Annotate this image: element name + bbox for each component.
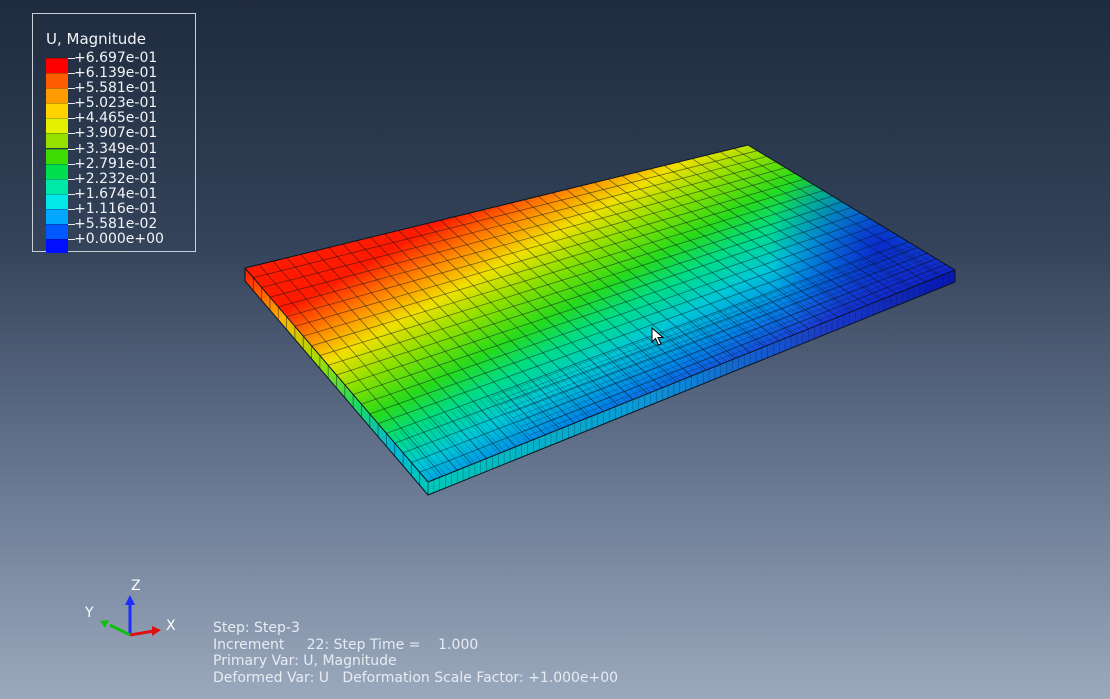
legend-label: +5.023e-01	[74, 95, 158, 112]
legend-swatch	[46, 163, 68, 179]
legend-label: +6.139e-01	[74, 65, 158, 82]
legend-label: +3.907e-01	[74, 125, 158, 142]
legend-swatch	[46, 58, 68, 73]
axis-triad: Z Y X	[80, 575, 190, 650]
status-deformed-var: Deformed Var: U Deformation Scale Factor…	[213, 669, 619, 686]
legend-label: +5.581e-01	[74, 80, 158, 97]
axis-label-z: Z	[131, 578, 141, 594]
viewport[interactable]: U, Magnitude +6.697e-01 +6.139e-01 +5.581e…	[0, 0, 1110, 699]
legend-swatch	[46, 73, 68, 89]
status-step: Step: Step-3	[213, 620, 300, 636]
legend-swatch	[46, 239, 68, 254]
axis-label-y: Y	[85, 605, 94, 621]
legend: U, Magnitude +6.697e-01 +6.139e-01 +5.581e…	[32, 13, 196, 254]
legend-swatch	[46, 118, 68, 134]
legend-label: +3.349e-01	[74, 140, 158, 157]
status-primary-var: Primary Var: U, Magnitude	[213, 653, 397, 669]
legend-rows: +6.697e-01 +6.139e-01 +5.581e-01 +5.023e-01…	[46, 50, 196, 254]
legend-label: +2.791e-01	[74, 155, 158, 172]
legend-title: U, Magnitude	[46, 30, 146, 48]
legend-swatch	[46, 178, 68, 194]
status-increment: Increment 22: Step Time = 1.000	[213, 636, 479, 653]
legend-label: +5.581e-02	[74, 216, 158, 233]
legend-swatch	[46, 103, 68, 119]
status-block: Step: Step-3 Increment 22: Step Time = 1…	[213, 620, 618, 686]
legend-label: +2.232e-01	[74, 170, 158, 187]
legend-label: +1.116e-01	[74, 200, 158, 217]
legend-label: +6.697e-01	[74, 50, 158, 66]
mouse-cursor-icon	[651, 327, 665, 346]
legend-label: +1.674e-01	[74, 185, 158, 202]
legend-swatch	[46, 148, 68, 164]
legend-label: +4.465e-01	[74, 110, 158, 127]
legend-swatch	[46, 224, 68, 240]
legend-swatch	[46, 88, 68, 104]
legend-label: +0.000e+00	[74, 231, 164, 248]
axis-label-x: X	[166, 618, 176, 634]
legend-swatch	[46, 208, 68, 224]
legend-swatch	[46, 193, 68, 209]
legend-row: +0.000e+00	[46, 231, 196, 254]
legend-swatch	[46, 133, 68, 149]
